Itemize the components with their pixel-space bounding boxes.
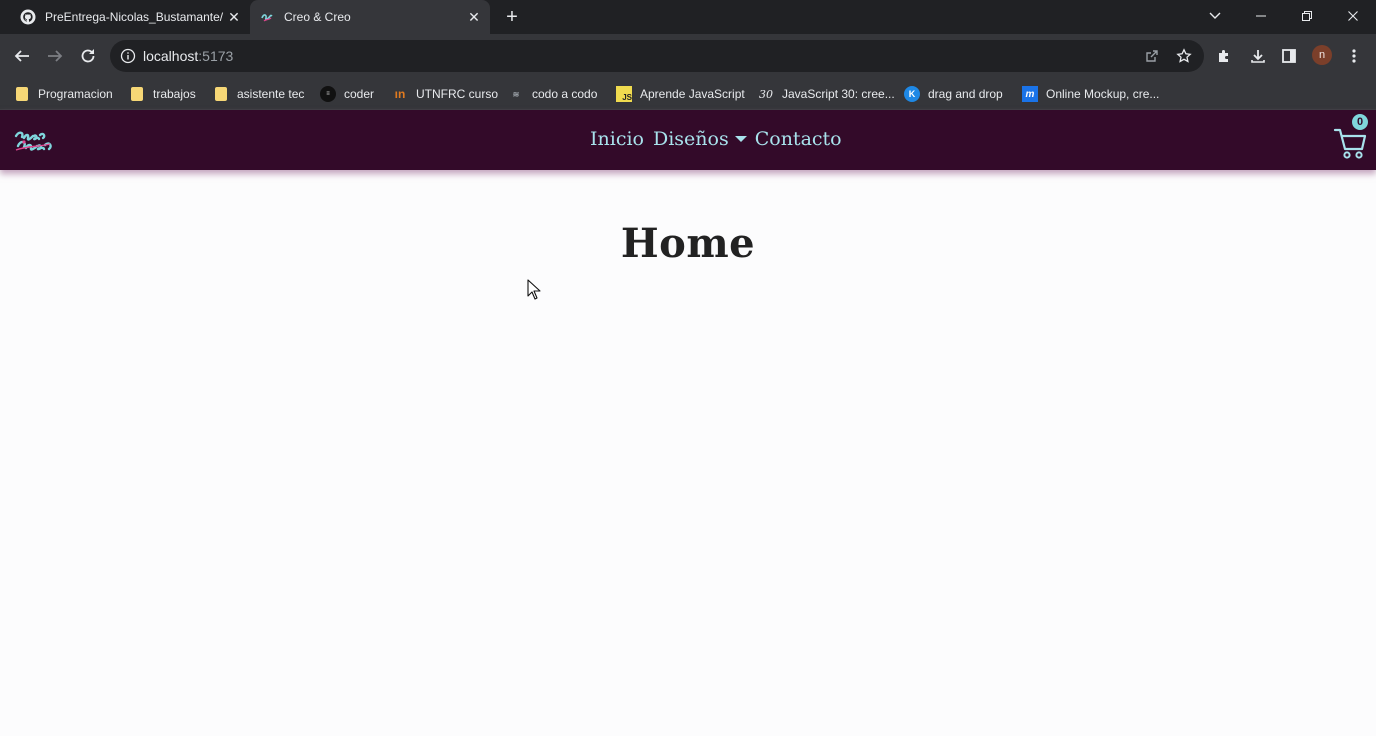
menu-button[interactable] (1344, 46, 1364, 66)
mouse-cursor-icon (527, 279, 541, 300)
folder-icon (215, 87, 227, 101)
tab-search-button[interactable] (1192, 0, 1238, 32)
restore-button[interactable] (1284, 0, 1330, 32)
arrow-right-icon (48, 50, 63, 62)
caret-down-icon (734, 136, 747, 142)
nav-link-contacto[interactable]: Contacto (755, 128, 842, 150)
arrow-left-icon (14, 50, 29, 62)
js-icon: JS (616, 86, 632, 102)
forward-button[interactable] (43, 44, 67, 68)
coder-icon: ≡ (320, 86, 336, 102)
folder-icon (16, 87, 28, 101)
bookmark-programacion[interactable]: Programacion (16, 84, 113, 104)
minimize-button[interactable] (1238, 0, 1284, 32)
url-text[interactable]: localhost:5173 (143, 48, 233, 64)
side-panel-icon (1282, 49, 1296, 63)
nav-dropdown-label: Diseños (652, 128, 729, 150)
k-icon: K (904, 86, 920, 102)
codo-icon: ≋ (512, 89, 520, 99)
puzzle-icon (1219, 50, 1228, 62)
info-icon[interactable] (120, 48, 136, 64)
reload-icon (81, 49, 95, 63)
profile-avatar[interactable]: n (1312, 45, 1332, 65)
bookmark-label: Programacion (38, 87, 113, 101)
bookmark-label: drag and drop (928, 87, 1003, 101)
close-window-button[interactable] (1330, 0, 1376, 32)
download-icon (1251, 50, 1265, 63)
page-title: Home (620, 220, 756, 267)
bookmark-aprende-javascript[interactable]: JS Aprende JavaScript (616, 84, 745, 104)
new-tab-button[interactable]: + (502, 7, 522, 27)
bookmark-label: JavaScript 30: cree... (782, 87, 895, 101)
address-bar[interactable]: localhost:5173 (110, 40, 1204, 72)
share-icon[interactable] (1144, 48, 1160, 64)
js30-icon: 30 (759, 87, 773, 101)
url-port: :5173 (198, 48, 234, 64)
m-icon: m (1022, 86, 1038, 102)
side-panel-button[interactable] (1279, 46, 1299, 66)
tab-title: PreEntrega-Nicolas_Bustamante/ (45, 10, 224, 24)
tab-title: Creo & Creo (284, 10, 351, 24)
creo-logo[interactable] (12, 126, 72, 158)
extensions-button[interactable] (1214, 46, 1234, 66)
nav-dropdown-disenos[interactable]: Diseños (653, 128, 747, 150)
bookmark-asistente-tec[interactable]: asistente tec (215, 84, 304, 104)
browser-tab-github[interactable]: PreEntrega-Nicolas_Bustamante/ ✕ (8, 0, 248, 34)
site-navbar: Inicio Diseños Contacto (0, 110, 1376, 170)
bookmark-trabajos[interactable]: trabajos (131, 84, 196, 104)
back-button[interactable] (10, 44, 34, 68)
main-menu: Inicio Diseños Contacto (590, 128, 842, 150)
close-icon[interactable]: ✕ (466, 9, 482, 25)
bookmark-label: Online Mockup, cre... (1046, 87, 1160, 101)
bookmark-label: trabajos (153, 87, 196, 101)
close-icon (1348, 11, 1358, 21)
folder-icon (131, 87, 143, 101)
bookmark-label: UTNFRC curso (416, 87, 499, 101)
reload-button[interactable] (76, 44, 100, 68)
bookmark-online-mockup[interactable]: m Online Mockup, cre... (1022, 84, 1159, 104)
bookmark-javascript-30[interactable]: 30 JavaScript 30: cree... (758, 84, 895, 104)
chevron-down-icon (1209, 12, 1221, 19)
minimize-icon (1256, 15, 1266, 17)
bookmark-coder[interactable]: ≡ coder (320, 84, 374, 104)
downloads-button[interactable] (1248, 46, 1268, 66)
close-icon[interactable]: ✕ (226, 9, 242, 25)
bookmark-label: asistente tec (237, 87, 305, 101)
bookmark-label: Aprende JavaScript (640, 87, 745, 101)
browser-tab-creo[interactable]: Creo & Creo ✕ (250, 0, 490, 34)
cart-count-badge: 0 (1351, 113, 1369, 131)
more-vertical-icon (1352, 49, 1356, 63)
bookmark-label: codo a codo (532, 87, 598, 101)
creo-favicon (261, 14, 273, 22)
nav-link-inicio[interactable]: Inicio (590, 128, 644, 150)
star-icon[interactable] (1176, 48, 1192, 64)
utn-icon: ın (394, 87, 406, 101)
browser-toolbar: localhost:5173 (0, 34, 1376, 78)
bookmarks-bar: Programacion trabajos asistente tec ≡ co… (0, 78, 1376, 110)
bookmark-label: coder (344, 87, 375, 101)
url-host: localhost (143, 48, 199, 64)
bookmark-drag-and-drop[interactable]: K drag and drop (904, 84, 1003, 104)
restore-icon (1302, 11, 1312, 21)
bookmark-utnfrc-curso[interactable]: ın UTNFRC curso (392, 84, 498, 104)
github-icon (20, 9, 36, 25)
tab-strip: PreEntrega-Nicolas_Bustamante/ ✕ Creo & … (0, 0, 1376, 34)
bookmark-codo-a-codo[interactable]: ≋ codo a codo (508, 84, 598, 104)
